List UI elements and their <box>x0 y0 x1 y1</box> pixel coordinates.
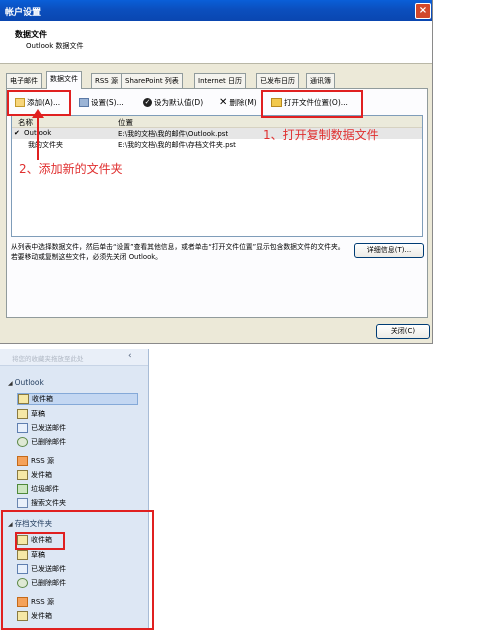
nav-item-rss[interactable]: RSS 源 <box>17 455 136 467</box>
tab-rss[interactable]: RSS 源 <box>91 73 122 88</box>
nav-item-outbox[interactable]: 发件箱 <box>17 469 136 481</box>
set-default-button[interactable]: ✓ 设为默认值(D) <box>143 97 203 108</box>
step2-annotation: 2、添加新的文件夹 <box>19 162 123 176</box>
nav-item-sent[interactable]: 已发送邮件 <box>17 422 136 434</box>
column-location[interactable]: 位置 <box>118 117 133 128</box>
archive-group-highlight <box>1 510 154 630</box>
title-bar: 帐户设置 × <box>0 0 432 21</box>
search-folder-icon <box>17 498 28 508</box>
header-title: 数据文件 <box>15 30 47 39</box>
open-location-highlight <box>261 90 363 118</box>
tab-email[interactable]: 电子邮件 <box>6 73 42 88</box>
details-button[interactable]: 详细信息(T)... <box>354 243 424 258</box>
data-files-panel: 添加(A)... 设置(S)... ✓ 设为默认值(D) ✕ 删除(M) 打开文… <box>6 88 428 318</box>
dialog-header: 数据文件 Outlook 数据文件 <box>0 21 432 64</box>
nav-item-deleted[interactable]: 已删除邮件 <box>17 436 136 448</box>
tab-internet-calendar[interactable]: Internet 日历 <box>194 73 247 88</box>
tab-address-book[interactable]: 通讯簿 <box>306 73 335 88</box>
settings-icon <box>79 98 89 107</box>
outbox-icon <box>17 470 28 480</box>
delete-x-icon: ✕ <box>219 97 228 108</box>
checkmark-icon: ✓ <box>143 98 152 107</box>
settings-button[interactable]: 设置(S)... <box>79 97 124 108</box>
group-outlook[interactable]: ◢ Outlook <box>8 378 44 387</box>
description-text: 从列表中选择数据文件，然后单击“设置”查看其他信息，或者单击“打开文件位置”显示… <box>11 243 345 261</box>
nav-item-search-folders[interactable]: 搜索文件夹 <box>17 497 136 509</box>
tab-data-files[interactable]: 数据文件 <box>46 71 82 89</box>
default-check-icon: ✔ <box>14 129 20 137</box>
collapse-icon[interactable]: ‹ <box>128 351 132 361</box>
junk-icon <box>17 484 28 494</box>
deleted-icon <box>17 437 28 447</box>
sent-icon <box>17 423 28 433</box>
favorites-hint: 将您的收藏夹拖放至此处 <box>12 355 84 363</box>
nav-item-drafts[interactable]: 草稿 <box>17 408 136 420</box>
header-subtitle: Outlook 数据文件 <box>26 42 84 50</box>
close-icon[interactable]: × <box>415 3 431 19</box>
close-button[interactable]: 关闭(C) <box>376 324 430 339</box>
nav-item-junk[interactable]: 垃圾邮件 <box>17 483 136 495</box>
rss-icon <box>17 456 28 466</box>
nav-item-inbox[interactable]: 收件箱 <box>17 393 138 405</box>
drafts-icon <box>17 409 28 419</box>
expand-triangle-icon: ◢ <box>8 380 13 387</box>
inbox-icon <box>18 394 29 404</box>
dialog-title: 帐户设置 <box>5 8 42 18</box>
remove-button[interactable]: ✕ 删除(M) <box>219 97 257 108</box>
favorites-bar: 将您的收藏夹拖放至此处 ‹ <box>0 349 148 366</box>
archive-inbox-highlight <box>15 532 65 550</box>
tab-published-calendar[interactable]: 已发布日历 <box>256 73 299 88</box>
annotation-arrow <box>32 109 44 160</box>
step1-annotation: 1、打开复制数据文件 <box>263 128 379 142</box>
tab-sharepoint[interactable]: SharePoint 列表 <box>121 73 183 88</box>
